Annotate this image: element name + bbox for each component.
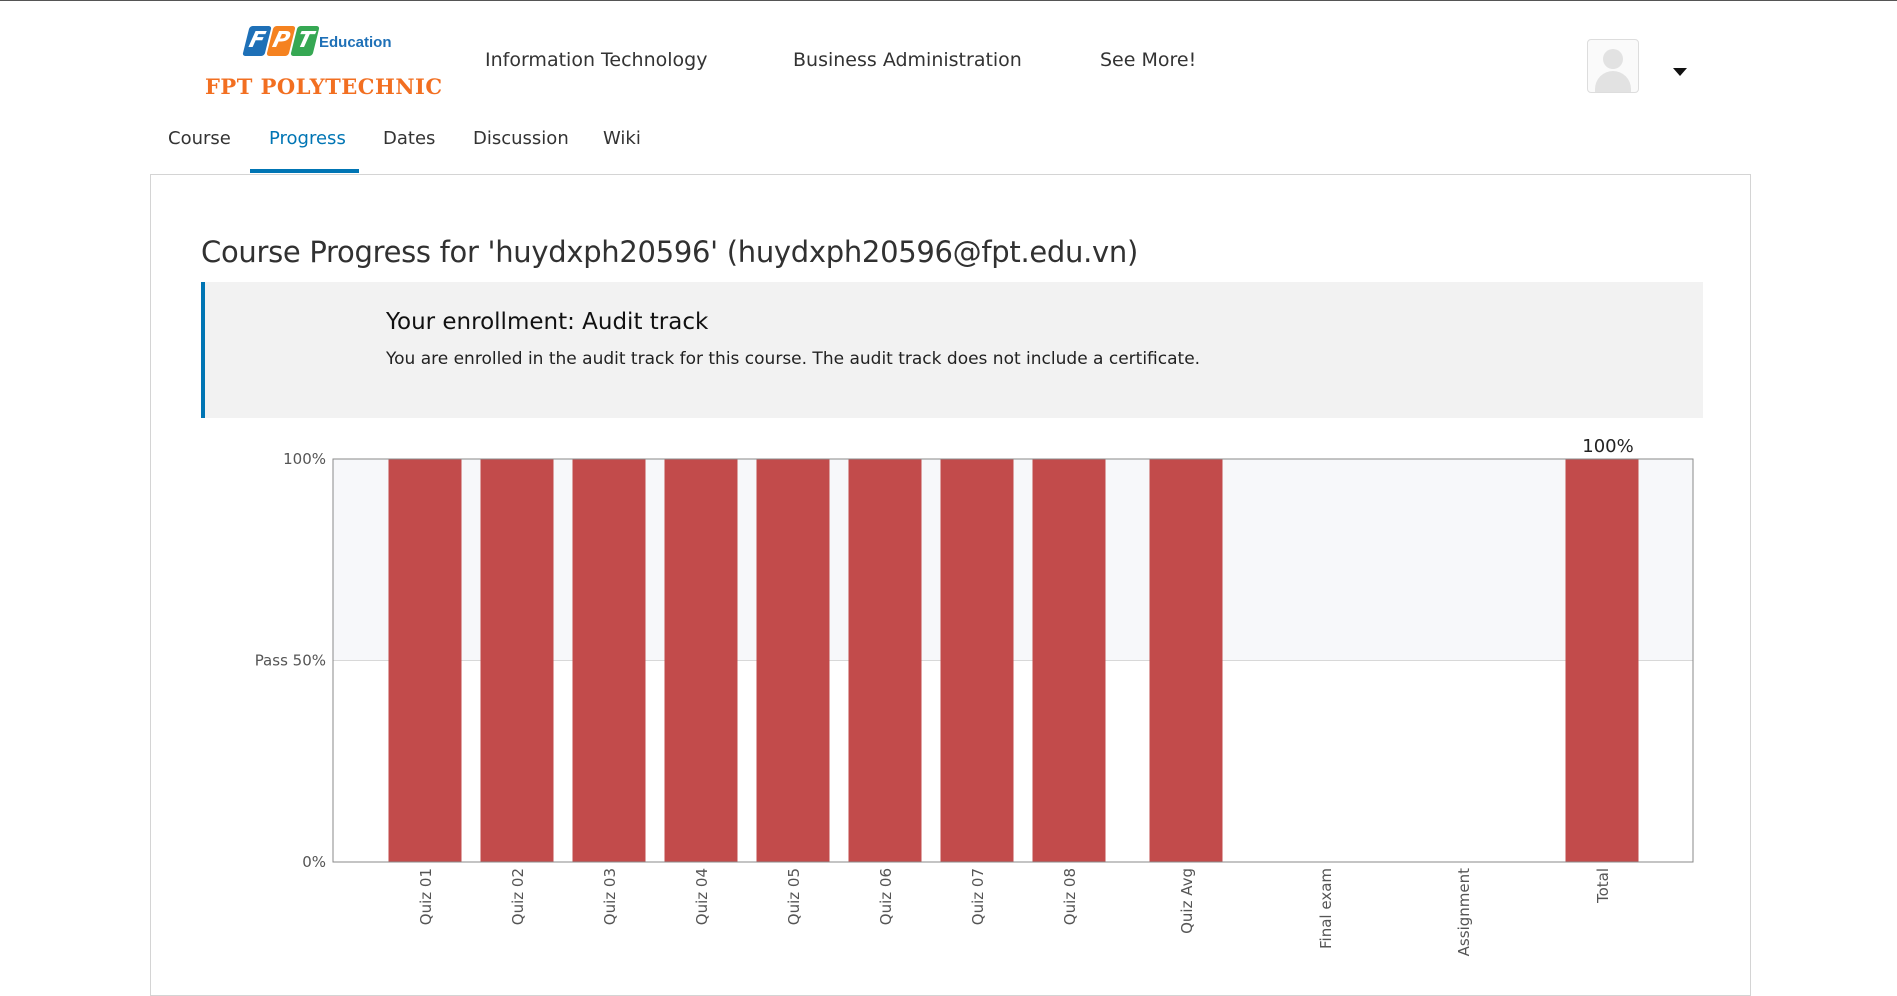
x-tick-label: Final exam <box>1317 868 1335 949</box>
x-tick-label: Assignment <box>1455 868 1473 956</box>
y-tick-label: 0% <box>302 853 326 871</box>
chart-bar <box>1565 459 1639 862</box>
x-tick-label: Quiz 02 <box>509 868 527 925</box>
chart-bar <box>940 459 1014 862</box>
chart-bar <box>848 459 922 862</box>
x-tick-label: Quiz 08 <box>1061 868 1079 925</box>
x-tick-label: Quiz 05 <box>785 868 803 925</box>
y-tick-label: 100% <box>283 450 326 468</box>
total-value-label: 100% <box>1582 436 1633 457</box>
chart-bar <box>1149 459 1223 862</box>
y-tick-label: Pass 50% <box>255 652 326 670</box>
chart-bar <box>756 459 830 862</box>
x-tick-label: Quiz 04 <box>693 868 711 925</box>
x-tick-label: Quiz 01 <box>417 868 435 925</box>
chart-bar <box>388 459 462 862</box>
x-tick-label: Total <box>1594 868 1612 904</box>
grade-chart: Quiz 01 Quiz 02 Quiz 03 Quiz 04 Quiz 05 Quiz … <box>255 436 1694 956</box>
x-tick-label: Quiz Avg <box>1178 868 1196 934</box>
x-tick-label: Quiz 06 <box>877 868 895 925</box>
chart-bar <box>572 459 646 862</box>
chart-bar <box>664 459 738 862</box>
chart-bar <box>480 459 554 862</box>
chart-bar <box>1032 459 1106 862</box>
x-tick-label: Quiz 07 <box>969 868 987 925</box>
x-tick-label: Quiz 03 <box>601 868 619 925</box>
